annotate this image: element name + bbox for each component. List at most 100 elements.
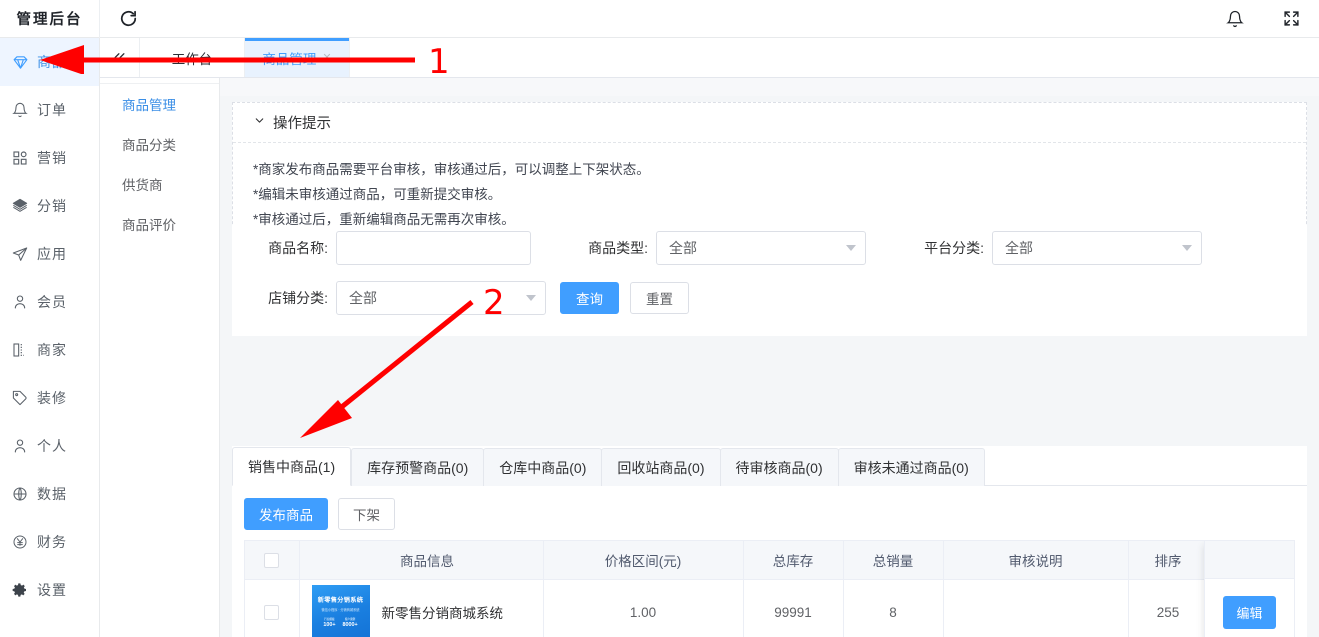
sidebar-item-distribution[interactable]: 分销 [0,182,99,230]
product-name: 新零售分销商城系统 [381,606,504,621]
tab-pending-audit[interactable]: 待审核商品(0) [719,448,839,486]
tab-stock-warning[interactable]: 库存预警商品(0) [351,448,485,486]
sales-cell: 8 [843,579,944,637]
sidebar-item-member[interactable]: 会员 [0,278,99,326]
thumb-stat-1-value: 100+ [323,622,336,629]
edit-button[interactable]: 编辑 [1223,595,1276,629]
shop-category-select[interactable]: 全部 [336,281,546,315]
thumb-stat-2-label: 客户案例 [344,617,356,621]
tab-label: 商品管理 [262,51,317,67]
sidebar-item-label: 商品 [37,54,67,70]
yen-icon [11,533,29,551]
filter-row-1: 商品名称: 商品类型: 全部 平台分类: 全部 [232,226,1307,270]
sidebar-item-decoration[interactable]: 装修 [0,374,99,422]
tab-label: 工作台 [171,51,213,67]
product-table: 商品信息 价格区间(元) 总库存 总销量 审核说明 排序 新零售分销系统 微信小… [245,541,1294,637]
sidebar-item-supplier[interactable]: 供货商 [100,164,219,204]
grid-icon [11,149,29,167]
product-type-select[interactable]: 全部 [656,231,866,265]
reset-button[interactable]: 重置 [630,282,689,314]
tab-workbench[interactable]: 工作台 [140,38,245,77]
sidebar-item-label: 应用 [37,246,67,262]
collapse-icon[interactable] [100,38,140,77]
sidebar-item-application[interactable]: 应用 [0,230,99,278]
sidebar-item-product-review[interactable]: 商品评价 [100,204,219,244]
secondary-sidebar: 商品 商品管理 商品分类 供货商 商品评价 [100,38,220,637]
product-name-input[interactable] [336,231,531,265]
chevron-down-icon [526,295,536,301]
tab-in-warehouse[interactable]: 仓库中商品(0) [483,448,603,486]
admin-console-page: 管理后台 商品 订单 营销 分销 应用 会员 商家 装修 个人 数据 财务 设置… [0,0,1319,637]
tab-product-manage[interactable]: 商品管理 ✕ [245,38,350,77]
filter-product-type: 商品类型: 全部 [568,231,904,265]
close-icon[interactable]: ✕ [322,51,331,64]
chevron-down-icon [846,245,856,251]
product-table-wrapper: 商品信息 价格区间(元) 总库存 总销量 审核说明 排序 新零售分销系统 微信小… [244,540,1295,637]
chevron-down-icon [1182,245,1192,251]
diamond-icon [11,53,29,71]
filter-label: 平台分类: [924,240,984,256]
operation-tips-header[interactable]: 操作提示 [233,103,1306,143]
primary-sidebar: 商品 订单 营销 分销 应用 会员 商家 装修 个人 数据 财务 设置 [0,38,100,637]
sidebar-item-merchant[interactable]: 商家 [0,326,99,374]
platform-category-select[interactable]: 全部 [992,231,1202,265]
list-actions: 发布商品 下架 [232,486,1307,540]
filter-label: 商品类型: [588,240,648,256]
platform-category-value: 全部 [1005,240,1033,256]
sidebar-item-finance[interactable]: 财务 [0,518,99,566]
fullscreen-icon[interactable] [1263,0,1319,38]
tab-recycle-bin[interactable]: 回收站商品(0) [601,448,721,486]
user-icon [11,437,29,455]
sidebar-item-product-category[interactable]: 商品分类 [100,124,219,164]
thumb-stat-1-label: 行业模板 [324,617,335,621]
row-checkbox[interactable] [264,604,280,620]
gear-icon [11,581,29,599]
column-product-info: 商品信息 [299,541,544,580]
select-all-checkbox[interactable] [264,552,280,568]
filter-buttons: 查询 重置 [560,282,689,314]
filter-product-name: 商品名称: [248,231,568,265]
search-button[interactable]: 查询 [560,282,619,314]
price-range-cell: 1.00 [543,579,744,637]
publish-product-button[interactable]: 发布商品 [244,498,328,530]
sidebar-item-product[interactable]: 商品 [0,38,99,86]
sidebar-item-personal[interactable]: 个人 [0,422,99,470]
sidebar-item-marketing[interactable]: 营销 [0,134,99,182]
column-sales: 总销量 [843,541,944,580]
fixed-column-body: 编辑 [1205,579,1294,637]
thumb-title: 新零售分销系统 [317,596,364,604]
user-icon [11,293,29,311]
product-type-value: 全部 [669,240,697,256]
brand-title: 管理后台 [0,0,100,38]
sidebar-item-data[interactable]: 数据 [0,470,99,518]
globe-icon [11,485,29,503]
chevron-down-icon [253,114,266,131]
tip-line: *商家发布商品需要平台审核，审核通过后，可以调整上下架状态。 [253,162,650,177]
sort-cell: 255 [1128,579,1209,637]
column-sort: 排序 [1128,541,1209,580]
filter-platform-category: 平台分类: 全部 [904,231,1202,265]
column-stock: 总库存 [743,541,844,580]
operation-tips-title: 操作提示 [273,116,331,132]
bell-icon[interactable] [1207,0,1263,38]
thumb-stat-1: 行业模板 100+ [323,618,335,630]
sidebar-item-label: 订单 [37,102,67,118]
tab-audit-failed[interactable]: 审核未通过商品(0) [837,448,985,486]
shop-icon [11,341,29,359]
fixed-operations-column: 编辑 [1204,541,1294,637]
tab-on-sale[interactable]: 销售中商品(1) [232,447,352,486]
filter-label: 店铺分类: [268,290,328,306]
sidebar-item-label: 营销 [37,150,67,166]
refresh-icon[interactable] [100,0,156,38]
thumb-subtitle: 微信小程序 · 分销商城系统 [321,607,360,612]
sidebar-item-label: 商家 [37,342,67,358]
unshelve-button[interactable]: 下架 [338,498,395,530]
sidebar-item-product-manage[interactable]: 商品管理 [100,84,219,124]
content-top-strip [220,78,1319,96]
sidebar-item-order[interactable]: 订单 [0,86,99,134]
top-bar: 管理后台 [0,0,1319,38]
sidebar-item-label: 数据 [37,486,67,502]
row-select-cell [245,579,300,637]
tag-icon [11,389,29,407]
sidebar-item-settings[interactable]: 设置 [0,566,99,614]
